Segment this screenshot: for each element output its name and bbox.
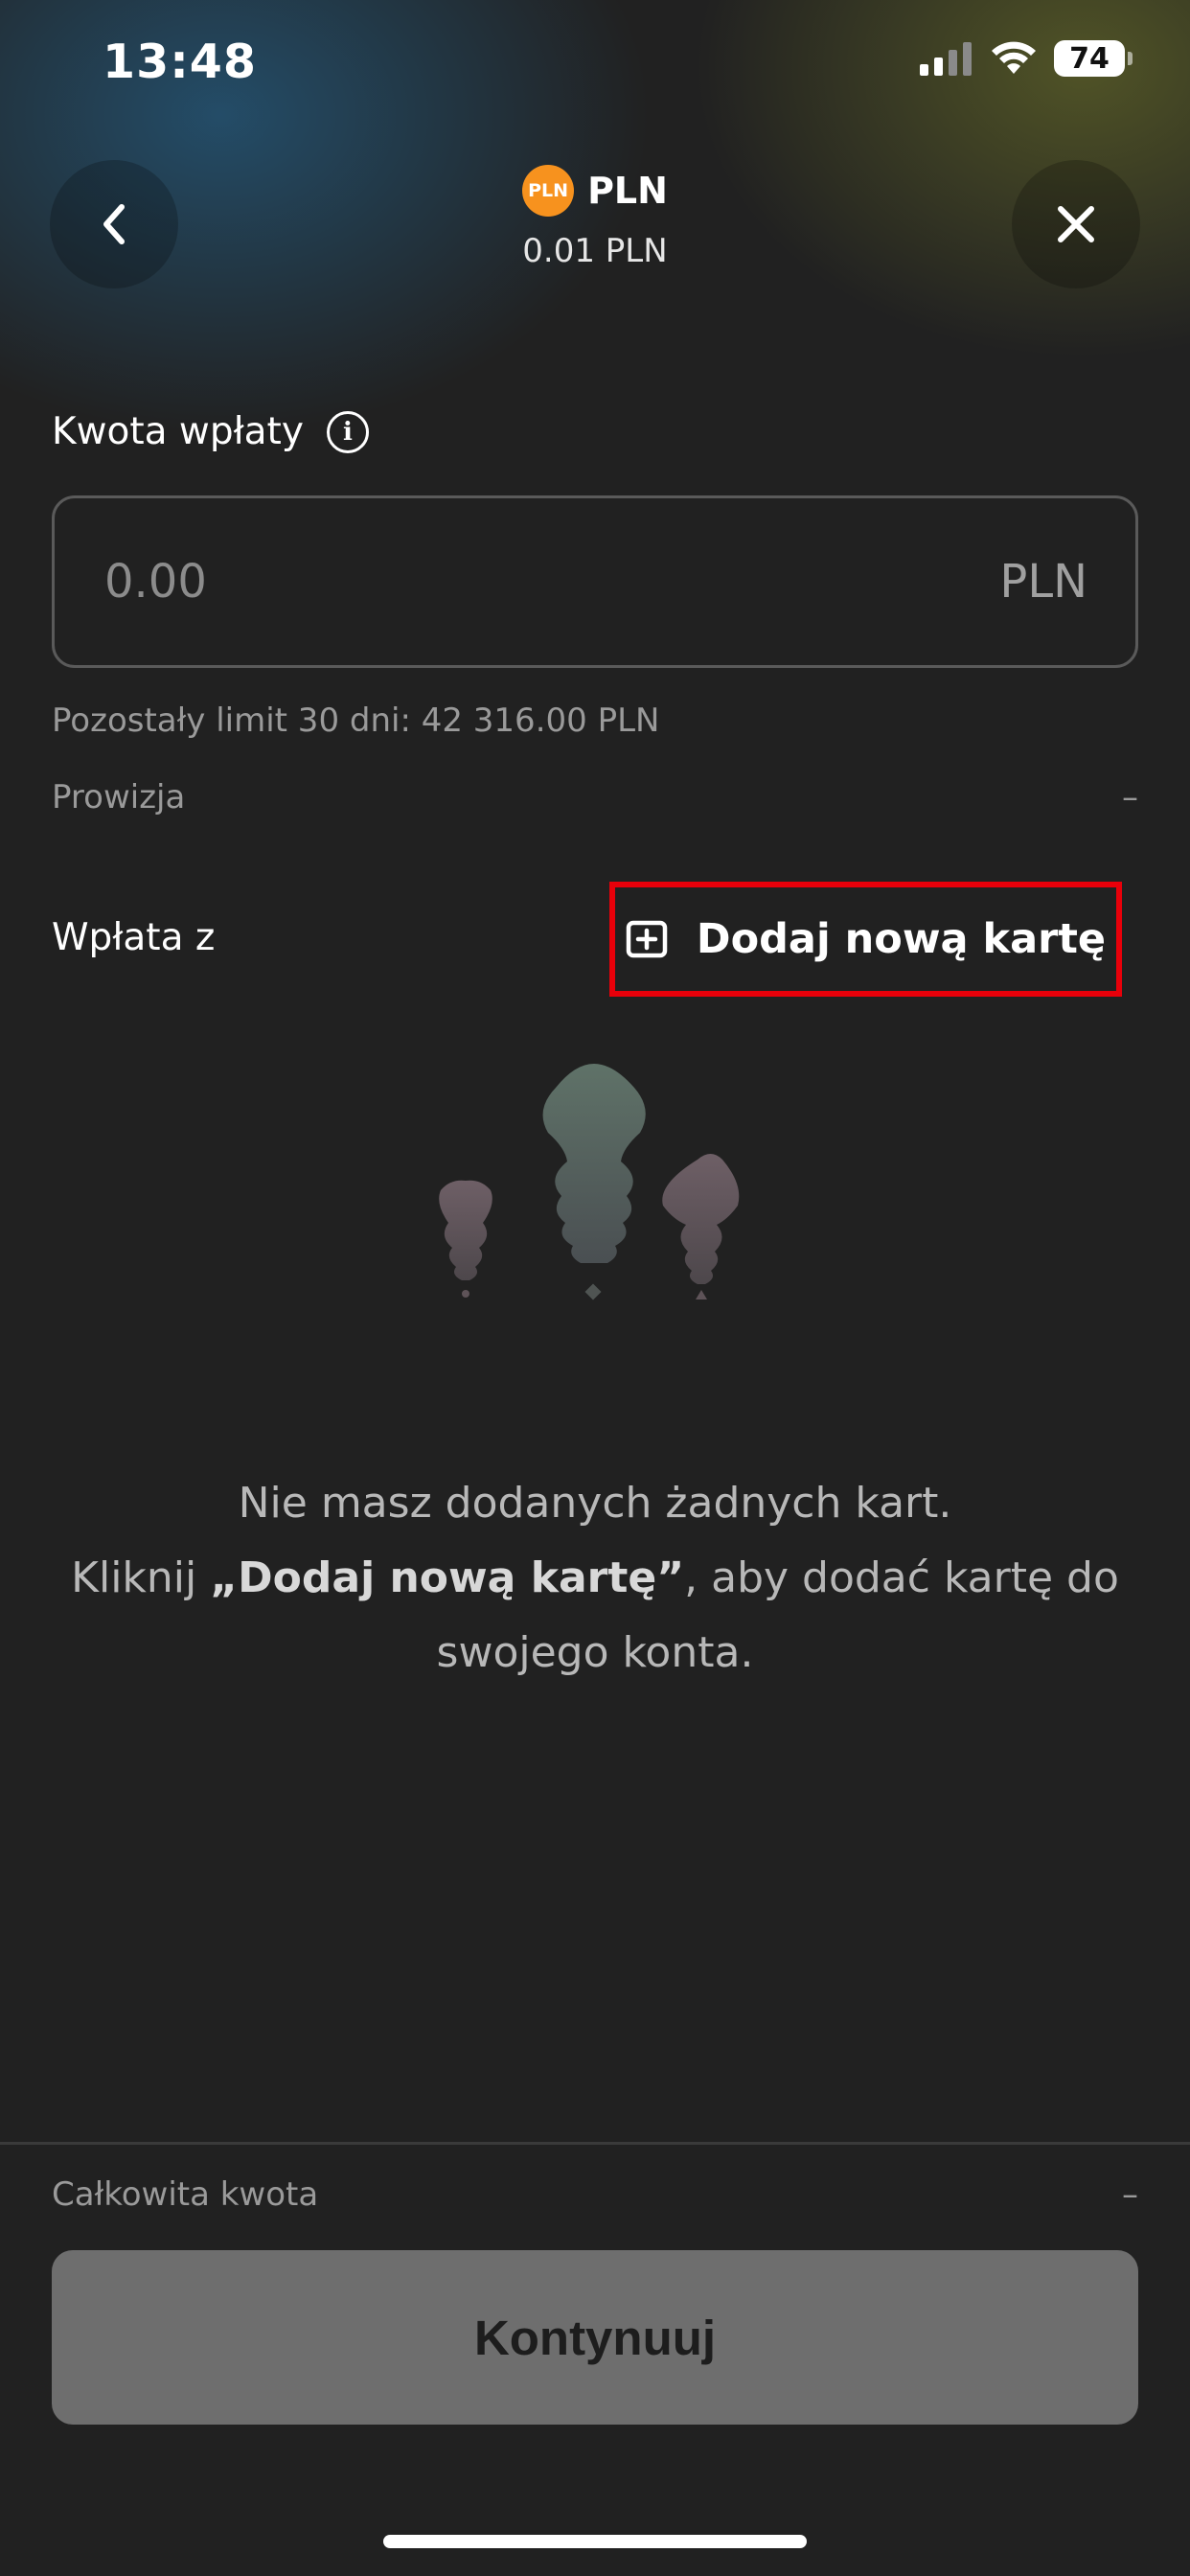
empty-state-add-card-reference: „Dodaj nową kartę”: [210, 1553, 685, 1602]
pln-currency-icon: PLN: [522, 165, 575, 217]
empty-cards-illustration: [439, 1064, 740, 1300]
currency-code: PLN: [587, 170, 668, 212]
empty-state-line-3: swojego konta.: [436, 1628, 754, 1677]
battery-icon: 74: [1054, 40, 1133, 77]
home-indicator[interactable]: [383, 2535, 807, 2548]
battery-level: 74: [1069, 41, 1110, 76]
info-icon[interactable]: i: [326, 410, 369, 453]
empty-state-line-2: Kliknij „Dodaj nową kartę”, aby dodać ka…: [38, 1541, 1152, 1616]
total-amount-value: –: [1122, 2175, 1138, 2214]
amount-input[interactable]: [103, 554, 777, 610]
amount-unit: PLN: [999, 555, 1087, 609]
wifi-icon: [992, 41, 1036, 74]
empty-state-line-2-prefix: Kliknij: [71, 1553, 211, 1602]
currency-header: PLN PLN 0.01 PLN: [0, 165, 1190, 270]
fee-label: Prowizja: [52, 778, 186, 816]
amount-label-row: Kwota wpłaty i: [52, 410, 369, 453]
add-new-card-button[interactable]: Dodaj nową kartę: [609, 882, 1122, 997]
currency-title-row: PLN PLN: [522, 165, 668, 217]
empty-state-message: Nie masz dodanych żadnych kart. Kliknij …: [38, 1466, 1152, 1690]
empty-state-line-1: Nie masz dodanych żadnych kart.: [238, 1479, 952, 1528]
add-new-card-label: Dodaj nową kartę: [696, 915, 1107, 963]
cellular-signal-icon: [920, 42, 972, 76]
amount-label: Kwota wpłaty: [52, 410, 304, 453]
currency-balance: 0.01 PLN: [522, 232, 668, 270]
fee-value: –: [1122, 778, 1138, 816]
add-card-icon: [626, 920, 668, 958]
total-amount-label: Całkowita kwota: [52, 2175, 319, 2214]
footer-divider: [0, 2142, 1190, 2145]
continue-button[interactable]: Kontynuuj: [52, 2250, 1138, 2425]
status-time: 13:48: [103, 34, 257, 89]
remaining-limit-text: Pozostały limit 30 dni: 42 316.00 PLN: [52, 702, 660, 740]
status-icons: 74: [920, 40, 1133, 77]
payment-source-label: Wpłata z: [52, 916, 216, 959]
empty-state-line-2-suffix: , aby dodać kartę do: [684, 1553, 1119, 1602]
amount-field[interactable]: PLN: [52, 495, 1138, 668]
